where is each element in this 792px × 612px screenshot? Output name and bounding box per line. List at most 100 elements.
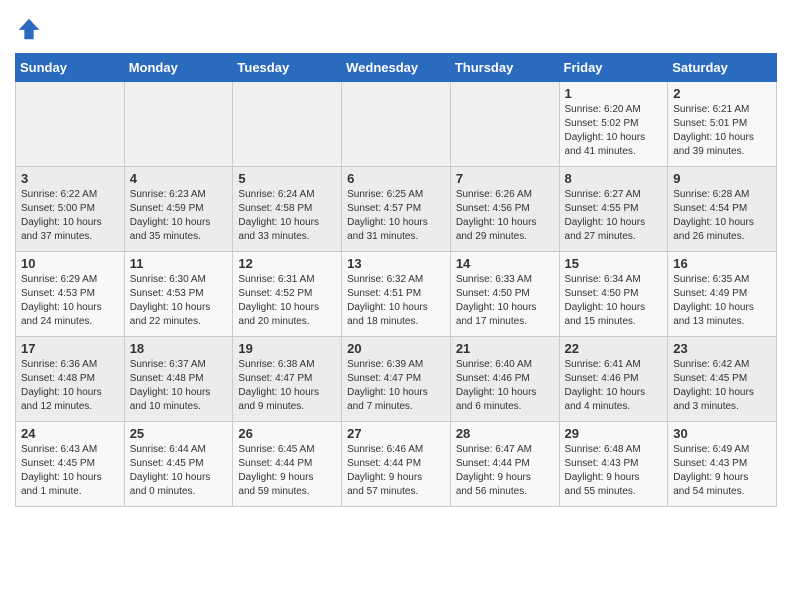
day-header-friday: Friday [559, 54, 668, 82]
day-cell [233, 82, 342, 167]
day-cell: 8 Sunrise: 6:27 AM Sunset: 4:55 PM Daylig… [559, 167, 668, 252]
day-info: Sunrise: 6:48 AM Sunset: 4:43 PM Dayligh… [565, 443, 663, 499]
day-info: Sunrise: 6:49 AM Sunset: 4:43 PM Dayligh… [673, 443, 771, 499]
week-row-2: 3 Sunrise: 6:22 AM Sunset: 5:00 PM Daylig… [16, 167, 777, 252]
day-info: Sunrise: 6:47 AM Sunset: 4:44 PM Dayligh… [456, 443, 554, 499]
day-info: Sunrise: 6:46 AM Sunset: 4:44 PM Dayligh… [347, 443, 445, 499]
day-header-saturday: Saturday [668, 54, 777, 82]
day-number: 27 [347, 426, 445, 441]
day-cell: 17Sunrise: 6:36 AM Sunset: 4:48 PM Dayli… [16, 337, 125, 422]
day-number: 21 [456, 341, 554, 356]
day-number: 6 [347, 171, 445, 186]
day-info: Sunrise: 6:21 AM Sunset: 5:01 PM Dayligh… [673, 103, 771, 159]
day-number: 23 [673, 341, 771, 356]
day-cell: 19Sunrise: 6:38 AM Sunset: 4:47 PM Dayli… [233, 337, 342, 422]
day-cell: 11 Sunrise: 6:30 AM Sunset: 4:53 PM Dayli… [124, 252, 233, 337]
page-header [15, 15, 777, 43]
day-info: Sunrise: 6:30 AM Sunset: 4:53 PM Dayligh… [130, 273, 228, 329]
day-info: Sunrise: 6:29 AM Sunset: 4:53 PM Dayligh… [21, 273, 119, 329]
day-number: 16 [673, 256, 771, 271]
day-cell: 5 Sunrise: 6:24 AM Sunset: 4:58 PM Daylig… [233, 167, 342, 252]
day-info: Sunrise: 6:33 AM Sunset: 4:50 PM Dayligh… [456, 273, 554, 329]
day-cell: 7 Sunrise: 6:26 AM Sunset: 4:56 PM Daylig… [450, 167, 559, 252]
day-cell: 27 Sunrise: 6:46 AM Sunset: 4:44 PM Dayli… [342, 422, 451, 507]
day-number: 2 [673, 86, 771, 101]
day-cell: 22 Sunrise: 6:41 AM Sunset: 4:46 PM Dayli… [559, 337, 668, 422]
day-cell: 2 Sunrise: 6:21 AM Sunset: 5:01 PM Daylig… [668, 82, 777, 167]
day-info: Sunrise: 6:22 AM Sunset: 5:00 PM Dayligh… [21, 188, 119, 244]
day-cell: 6Sunrise: 6:25 AM Sunset: 4:57 PM Daylig… [342, 167, 451, 252]
day-cell: 4Sunrise: 6:23 AM Sunset: 4:59 PM Daylig… [124, 167, 233, 252]
day-cell: 15 Sunrise: 6:34 AM Sunset: 4:50 PM Dayli… [559, 252, 668, 337]
day-info: Sunrise: 6:27 AM Sunset: 4:55 PM Dayligh… [565, 188, 663, 244]
day-cell: 30 Sunrise: 6:49 AM Sunset: 4:43 PM Dayli… [668, 422, 777, 507]
day-info: Sunrise: 6:20 AM Sunset: 5:02 PM Dayligh… [565, 103, 663, 159]
day-number: 24 [21, 426, 119, 441]
day-cell: 1 Sunrise: 6:20 AM Sunset: 5:02 PM Daylig… [559, 82, 668, 167]
day-info: Sunrise: 6:32 AM Sunset: 4:51 PM Dayligh… [347, 273, 445, 329]
day-number: 15 [565, 256, 663, 271]
day-number: 11 [130, 256, 228, 271]
day-number: 28 [456, 426, 554, 441]
day-info: Sunrise: 6:40 AM Sunset: 4:46 PM Dayligh… [456, 358, 554, 414]
day-info: Sunrise: 6:36 AM Sunset: 4:48 PM Dayligh… [21, 358, 119, 414]
day-number: 7 [456, 171, 554, 186]
day-number: 8 [565, 171, 663, 186]
day-number: 26 [238, 426, 336, 441]
day-header-monday: Monday [124, 54, 233, 82]
day-cell: 20Sunrise: 6:39 AM Sunset: 4:47 PM Dayli… [342, 337, 451, 422]
calendar-header-row: SundayMondayTuesdayWednesdayThursdayFrid… [16, 54, 777, 82]
day-cell: 3 Sunrise: 6:22 AM Sunset: 5:00 PM Daylig… [16, 167, 125, 252]
day-header-tuesday: Tuesday [233, 54, 342, 82]
week-row-4: 17Sunrise: 6:36 AM Sunset: 4:48 PM Dayli… [16, 337, 777, 422]
day-number: 10 [21, 256, 119, 271]
week-row-5: 24 Sunrise: 6:43 AM Sunset: 4:45 PM Dayli… [16, 422, 777, 507]
day-number: 9 [673, 171, 771, 186]
day-cell [342, 82, 451, 167]
day-number: 22 [565, 341, 663, 356]
day-number: 25 [130, 426, 228, 441]
day-header-wednesday: Wednesday [342, 54, 451, 82]
day-number: 13 [347, 256, 445, 271]
day-info: Sunrise: 6:39 AM Sunset: 4:47 PM Dayligh… [347, 358, 445, 414]
day-number: 1 [565, 86, 663, 101]
day-number: 19 [238, 341, 336, 356]
day-cell: 25 Sunrise: 6:44 AM Sunset: 4:45 PM Dayli… [124, 422, 233, 507]
day-info: Sunrise: 6:45 AM Sunset: 4:44 PM Dayligh… [238, 443, 336, 499]
day-number: 30 [673, 426, 771, 441]
day-info: Sunrise: 6:42 AM Sunset: 4:45 PM Dayligh… [673, 358, 771, 414]
day-cell [16, 82, 125, 167]
day-cell [450, 82, 559, 167]
day-cell: 29Sunrise: 6:48 AM Sunset: 4:43 PM Dayli… [559, 422, 668, 507]
day-number: 12 [238, 256, 336, 271]
day-cell: 16 Sunrise: 6:35 AM Sunset: 4:49 PM Dayli… [668, 252, 777, 337]
day-cell: 14 Sunrise: 6:33 AM Sunset: 4:50 PM Dayli… [450, 252, 559, 337]
day-info: Sunrise: 6:41 AM Sunset: 4:46 PM Dayligh… [565, 358, 663, 414]
day-info: Sunrise: 6:35 AM Sunset: 4:49 PM Dayligh… [673, 273, 771, 329]
week-row-3: 10 Sunrise: 6:29 AM Sunset: 4:53 PM Dayli… [16, 252, 777, 337]
day-cell: 26 Sunrise: 6:45 AM Sunset: 4:44 PM Dayli… [233, 422, 342, 507]
day-number: 14 [456, 256, 554, 271]
day-header-sunday: Sunday [16, 54, 125, 82]
day-info: Sunrise: 6:31 AM Sunset: 4:52 PM Dayligh… [238, 273, 336, 329]
day-info: Sunrise: 6:44 AM Sunset: 4:45 PM Dayligh… [130, 443, 228, 499]
day-info: Sunrise: 6:34 AM Sunset: 4:50 PM Dayligh… [565, 273, 663, 329]
day-cell: 23 Sunrise: 6:42 AM Sunset: 4:45 PM Dayli… [668, 337, 777, 422]
day-cell: 10 Sunrise: 6:29 AM Sunset: 4:53 PM Dayli… [16, 252, 125, 337]
week-row-1: 1 Sunrise: 6:20 AM Sunset: 5:02 PM Daylig… [16, 82, 777, 167]
day-cell: 13 Sunrise: 6:32 AM Sunset: 4:51 PM Dayli… [342, 252, 451, 337]
day-cell: 24 Sunrise: 6:43 AM Sunset: 4:45 PM Dayli… [16, 422, 125, 507]
day-number: 5 [238, 171, 336, 186]
day-number: 18 [130, 341, 228, 356]
day-cell: 9Sunrise: 6:28 AM Sunset: 4:54 PM Daylig… [668, 167, 777, 252]
day-cell [124, 82, 233, 167]
day-cell: 21 Sunrise: 6:40 AM Sunset: 4:46 PM Dayli… [450, 337, 559, 422]
day-info: Sunrise: 6:43 AM Sunset: 4:45 PM Dayligh… [21, 443, 119, 499]
logo-icon [15, 15, 43, 43]
day-info: Sunrise: 6:37 AM Sunset: 4:48 PM Dayligh… [130, 358, 228, 414]
day-number: 3 [21, 171, 119, 186]
day-info: Sunrise: 6:26 AM Sunset: 4:56 PM Dayligh… [456, 188, 554, 244]
calendar-table: SundayMondayTuesdayWednesdayThursdayFrid… [15, 53, 777, 507]
day-cell: 18 Sunrise: 6:37 AM Sunset: 4:48 PM Dayli… [124, 337, 233, 422]
day-info: Sunrise: 6:24 AM Sunset: 4:58 PM Dayligh… [238, 188, 336, 244]
